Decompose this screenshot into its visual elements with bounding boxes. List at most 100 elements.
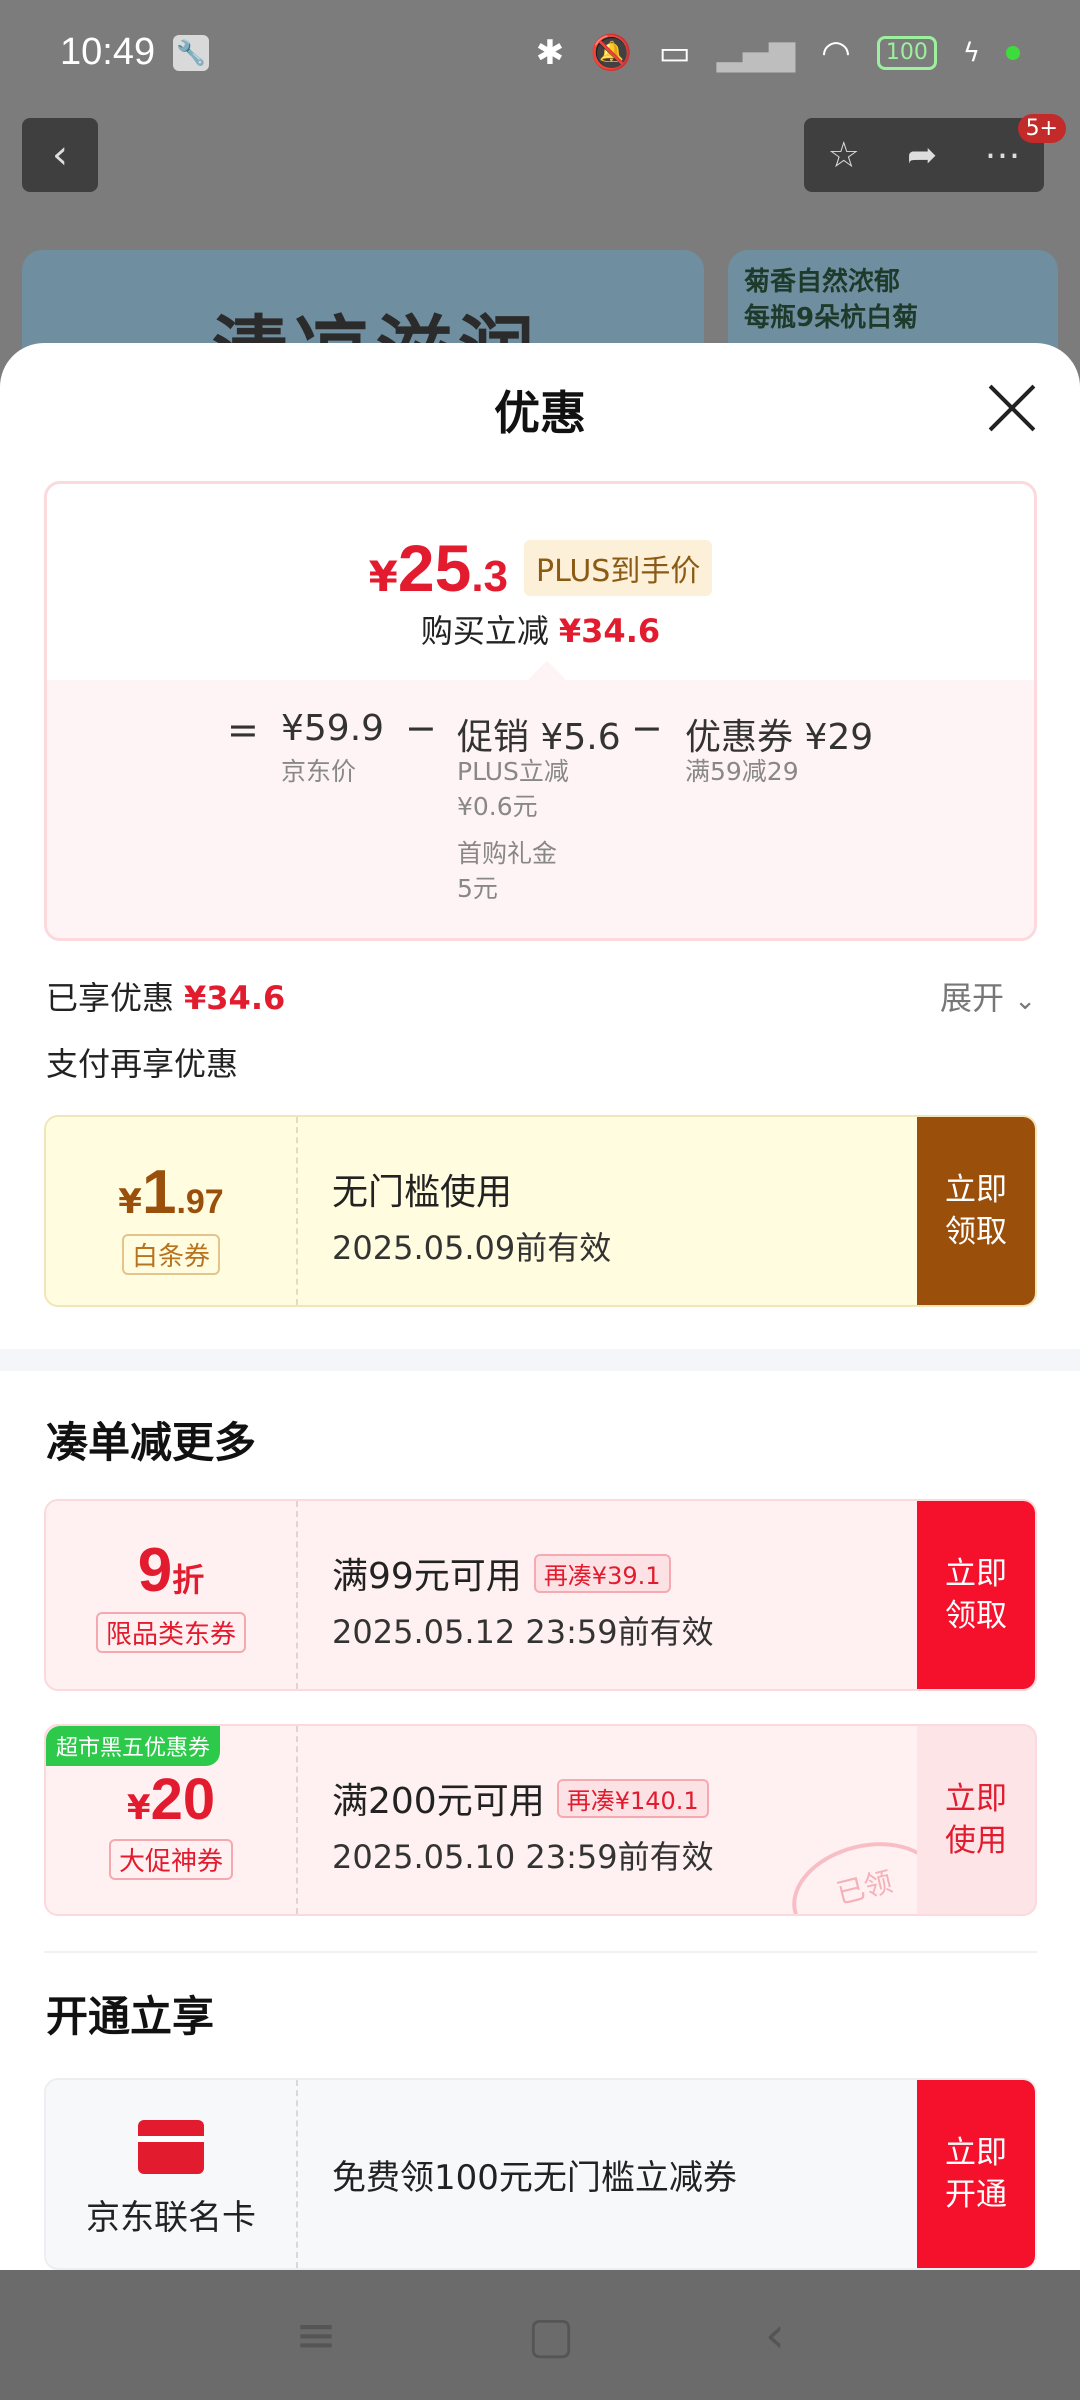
coupon-title: 满200元可用	[332, 1781, 545, 1822]
jd-price-label: 京东价	[281, 757, 357, 786]
coupon-divider	[296, 1117, 298, 1305]
sheet-title: 优惠	[494, 386, 586, 440]
coupon-extra-tag: 再凑¥140.1	[556, 1778, 709, 1818]
supermarket-badge: 超市黑五优惠券	[46, 1726, 221, 1766]
banner-right-line2: 每瓶9朵杭白菊	[744, 303, 919, 333]
discount-sheet: 优惠 ¥ 25 .3 PLUS到手价 购买立减 ¥34.6 = ¥59.9 京东价…	[0, 343, 1080, 2270]
reduce-label: 购买立减	[420, 612, 549, 650]
coupon-title: 无门槛使用	[332, 1172, 513, 1213]
status-bar: 10:49 🔧 ✱ 🔕 ▭ ▂▄▆ ◠ 100 ϟ	[0, 0, 1080, 105]
open-section-title: 开通立享	[46, 1992, 215, 2041]
share-icon[interactable]: ➦	[907, 135, 937, 176]
price-int: 25	[397, 531, 472, 605]
menu-icon[interactable]: ≡	[295, 2306, 337, 2364]
card-description: 免费领100元无门槛立减券	[332, 2157, 737, 2198]
reduce-value: ¥34.6	[558, 612, 661, 650]
wifi-icon: ◠	[821, 32, 851, 73]
coupon-info: 满99元可用 再凑¥39.1 2025.05.12 23:59前有效	[332, 1501, 714, 1689]
back-icon[interactable]: ‹	[765, 2306, 785, 2364]
coupon-amount-unit: 折	[172, 1561, 205, 1599]
minus-sign-2: −	[631, 706, 663, 750]
close-icon[interactable]	[986, 383, 1036, 433]
home-icon[interactable]: ▢	[527, 2306, 574, 2364]
jd-card-offer: 京东联名卡 免费领100元无门槛立减券 立即开通	[44, 2078, 1037, 2270]
coupon-amount-dec: .97	[176, 1183, 224, 1221]
coupon-type-tag: 限品类东券	[95, 1612, 246, 1653]
coupon-amount-value: 20	[150, 1767, 216, 1832]
coupon-divider	[296, 1726, 298, 1914]
promo-detail-1: PLUS立减	[457, 757, 569, 786]
card-area: 京东联名卡	[46, 2080, 296, 2268]
mute-icon: 🔕	[590, 32, 633, 73]
signal-icon: ▂▄▆	[716, 32, 796, 73]
coupon-currency: ¥	[118, 1182, 142, 1222]
coupon-validity: 2025.05.09前有效	[332, 1229, 612, 1267]
price-top: ¥ 25 .3 PLUS到手价 购买立减 ¥34.6	[47, 484, 1034, 680]
price-summary-card: ¥ 25 .3 PLUS到手价 购买立减 ¥34.6 = ¥59.9 京东价 − …	[44, 481, 1037, 941]
coupon-type-tag: 白条券	[121, 1234, 220, 1275]
baitiao-coupon: ¥1.97 白条券 无门槛使用 2025.05.09前有效 立即领取	[44, 1115, 1037, 1307]
coupon-amount: ¥20	[46, 1766, 296, 1833]
section-separator	[0, 1349, 1080, 1371]
coupon-value: 优惠券 ¥29	[685, 717, 874, 758]
laptop-icon: ▭	[658, 32, 691, 73]
combine-section-title: 凑单减更多	[46, 1418, 257, 1467]
coupon-amount: 9折	[46, 1535, 296, 1606]
plus-price-tag: PLUS到手价	[524, 540, 713, 596]
promo-detail-3: 首购礼金	[457, 839, 558, 868]
enjoyed-discount: 已享优惠 ¥34.6	[46, 973, 285, 1019]
combine-coupon-1: 9折 限品类东券 满99元可用 再凑¥39.1 2025.05.12 23:59…	[44, 1499, 1037, 1691]
price-dec: .3	[471, 552, 509, 601]
coupon-currency: ¥	[126, 1788, 151, 1828]
jd-price: ¥59.9	[281, 708, 385, 749]
page-topbar: ‹ ☆ ➦ ⋯ 5+	[22, 114, 1066, 192]
battery-icon: 100	[876, 35, 937, 70]
minus-sign-1: −	[405, 706, 437, 750]
enjoyed-label: 已享优惠	[46, 979, 175, 1017]
coupon-amount-area: 9折 限品类东券	[46, 1501, 296, 1689]
coupon-type-tag: 大促神券	[108, 1839, 233, 1880]
chevron-down-icon: ⌄	[1014, 986, 1036, 1016]
expand-toggle[interactable]: 展开 ⌄	[940, 973, 1036, 1019]
message-badge: 5+	[1017, 114, 1066, 143]
equals-sign: =	[227, 708, 259, 752]
plus-price: ¥ 25 .3 PLUS到手价	[47, 530, 1034, 606]
coupon-amount-int: 1	[141, 1158, 177, 1227]
star-icon[interactable]: ☆	[828, 135, 860, 176]
expand-label: 展开	[940, 979, 1005, 1017]
price-currency: ¥	[368, 552, 398, 601]
back-button[interactable]: ‹	[22, 118, 98, 192]
promo-detail-4: 5元	[457, 874, 498, 903]
coupon-title: 满99元可用	[332, 1556, 522, 1597]
bluetooth-icon: ✱	[535, 32, 565, 73]
coupon-amount-value: 9	[137, 1536, 173, 1605]
coupon-amount-area: ¥1.97 白条券	[46, 1117, 296, 1305]
claim-button[interactable]: 立即领取	[917, 1501, 1035, 1689]
open-button[interactable]: 立即开通	[917, 2080, 1035, 2268]
system-navbar: ≡ ▢ ‹	[0, 2270, 1080, 2400]
combine-coupon-2: 超市黑五优惠券 ¥20 大促神券 满200元可用 再凑¥140.1 2025.0…	[44, 1724, 1037, 1916]
price-breakdown: = ¥59.9 京东价 − 促销 ¥5.6 PLUS立减 ¥0.6元 首购礼金 …	[47, 680, 1034, 938]
card-info: 免费领100元无门槛立减券	[332, 2080, 737, 2268]
claim-button[interactable]: 立即领取	[917, 1117, 1035, 1305]
banner-right-line1: 菊香自然浓郁	[744, 267, 901, 297]
coupon-title-row: 满200元可用 再凑¥140.1	[332, 1772, 714, 1824]
coupon-info: 满200元可用 再凑¥140.1 2025.05.10 23:59前有效	[332, 1726, 714, 1914]
promo-detail-2: ¥0.6元	[457, 792, 538, 821]
wrench-icon: 🔧	[173, 34, 210, 71]
more-icon[interactable]: ⋯	[984, 135, 1020, 176]
coupon-validity: 2025.05.10 23:59前有效	[332, 1838, 714, 1876]
coupon-title-row: 满99元可用 再凑¥39.1	[332, 1547, 714, 1599]
card-name: 京东联名卡	[86, 2198, 256, 2238]
divider	[44, 1951, 1037, 1953]
use-button[interactable]: 立即使用	[917, 1726, 1035, 1914]
chevron-left-icon: ‹	[52, 132, 68, 178]
charging-icon: ϟ	[962, 37, 980, 68]
coupon-amount: ¥1.97	[46, 1157, 296, 1228]
enjoyed-value: ¥34.6	[184, 979, 286, 1017]
coupon-detail: 满59减29	[685, 757, 799, 786]
action-group: ☆ ➦ ⋯	[804, 118, 1044, 192]
reduce-line: 购买立减 ¥34.6	[47, 606, 1034, 652]
status-icons: ✱ 🔕 ▭ ▂▄▆ ◠ 100 ϟ	[536, 33, 1020, 73]
status-time: 10:49	[60, 31, 156, 73]
